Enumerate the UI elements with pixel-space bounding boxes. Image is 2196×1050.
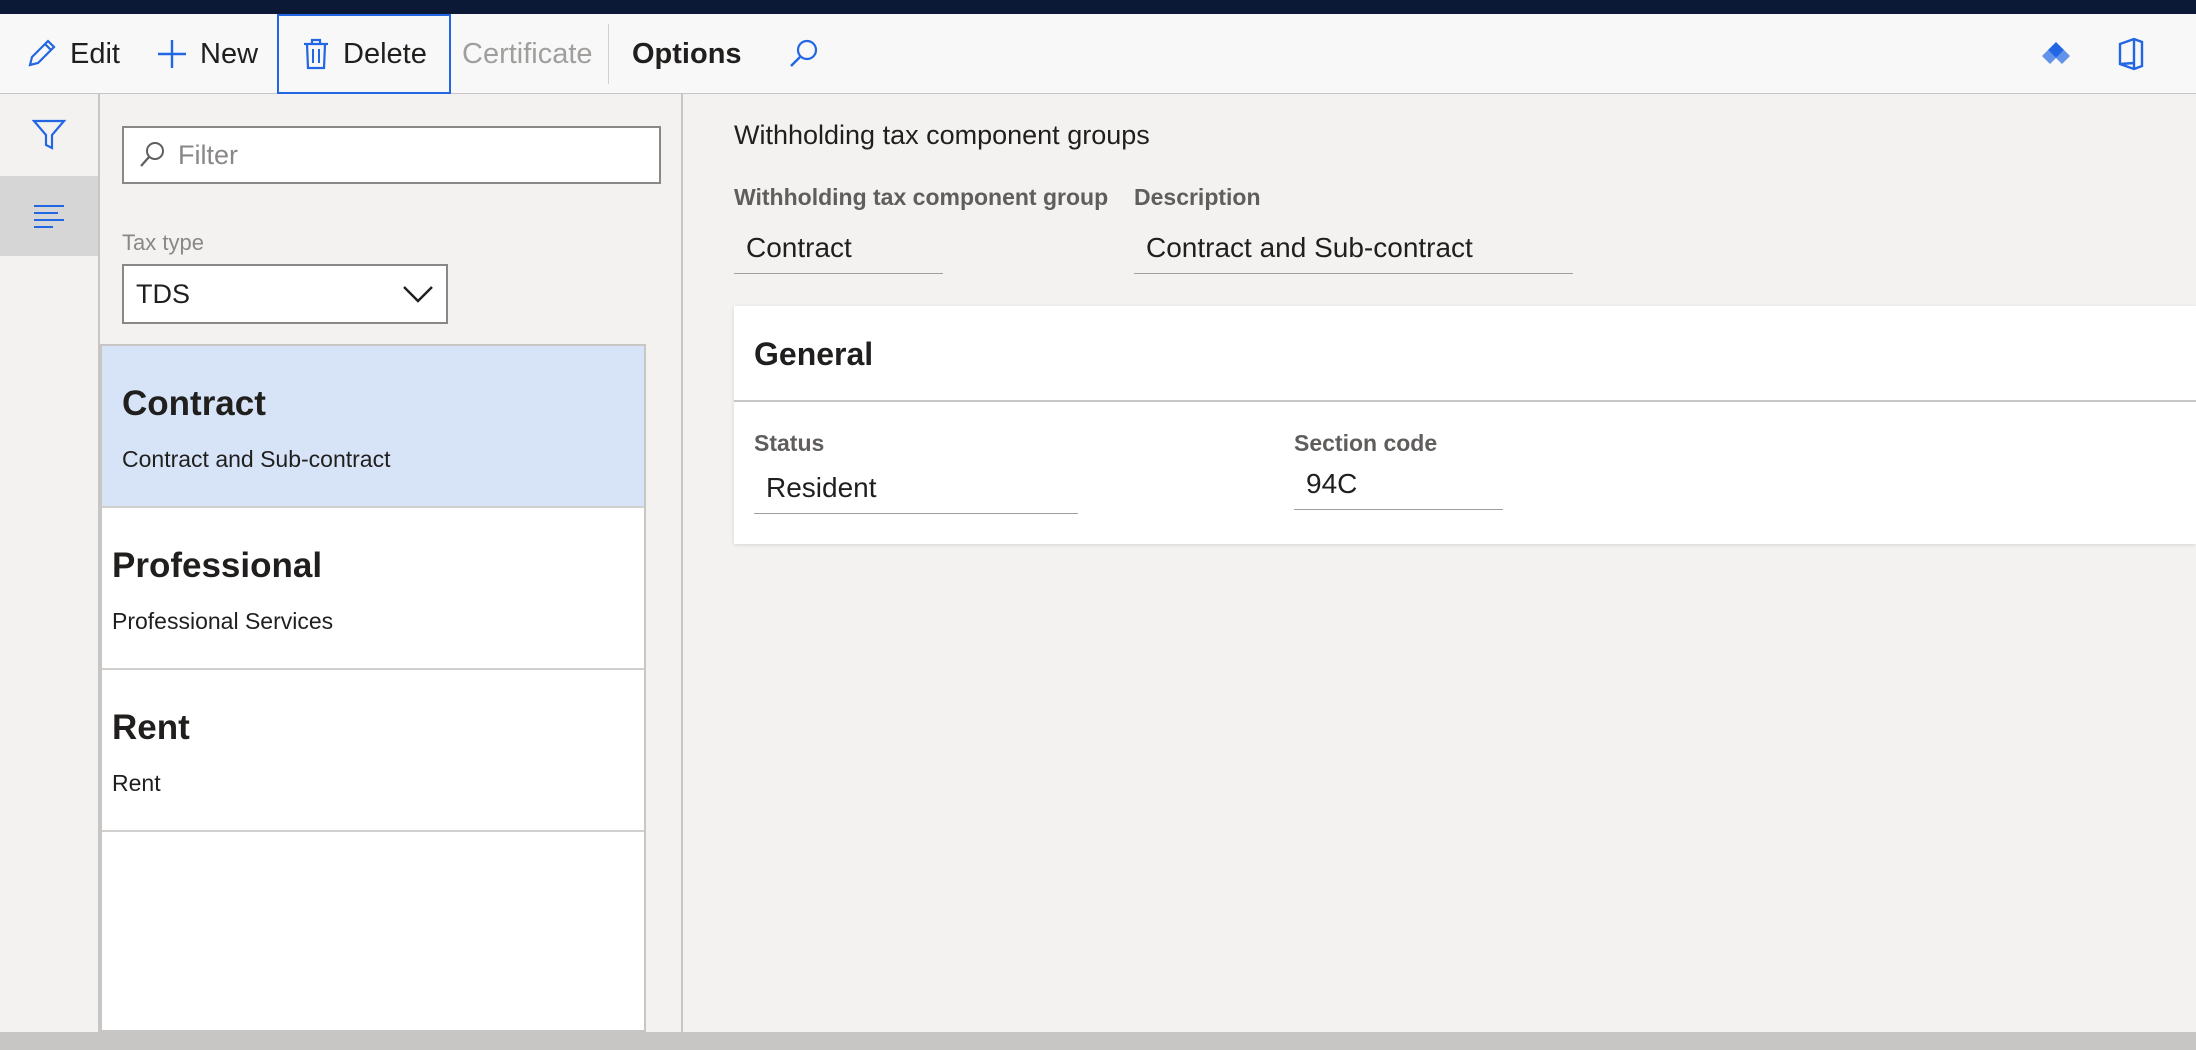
plus-icon [158,40,186,68]
power-apps-button[interactable] [2040,14,2084,94]
list-lines-icon [34,205,64,228]
diamond-icon [2042,42,2070,64]
toolbar-divider [608,24,609,84]
list-item[interactable]: Contract Contract and Sub-contract [102,346,644,508]
certificate-label: Certificate [462,37,593,70]
search-button[interactable] [788,14,832,94]
general-header[interactable]: General [734,306,2196,402]
status-label: Status [754,430,825,456]
office-button[interactable] [2116,14,2158,94]
details-pane: Withholding tax component groups Withhol… [685,94,2196,1032]
new-label: New [200,37,259,70]
list-item[interactable]: Rent Rent [102,670,644,832]
page-title: Withholding tax component groups [734,120,1150,150]
tax-type-select[interactable]: TDS [122,264,448,324]
search-icon [790,39,818,67]
edit-pencil-icon [28,39,56,67]
description-field[interactable]: Contract and Sub-contract [1134,228,1573,274]
new-button[interactable]: New [156,14,258,94]
list-item-title: Rent [112,708,190,747]
list-item[interactable]: Professional Professional Services [102,508,644,670]
general-title: General [754,336,874,372]
list-panel: Tax type TDS Contract Contract and Sub-c… [100,94,683,1032]
filter-input[interactable] [176,138,640,172]
status-field[interactable]: Resident [754,468,1078,514]
description-label: Description [1134,184,1261,210]
filter-box[interactable] [122,126,661,184]
list-item-description: Contract and Sub-contract [122,446,391,472]
tax-type-label: Tax type [122,230,204,255]
filter-icon [31,119,67,150]
section-code-label: Section code [1294,430,1438,456]
trash-icon [304,38,328,70]
general-fasttab: General Status Resident Section code 94C [734,306,2196,544]
certificate-button[interactable]: Certificate [462,14,593,94]
options-label: Options [632,37,742,70]
delete-button[interactable]: Delete [277,14,451,94]
bottom-bar [0,1032,2196,1050]
filter-pane-button[interactable] [0,94,98,174]
list-item-title: Professional [112,546,323,585]
search-icon [140,142,164,167]
chevron-down-icon [403,286,433,303]
edit-label: Edit [70,37,120,70]
section-code-field[interactable]: 94C [1294,464,1503,510]
group-field[interactable]: Contract [734,228,943,274]
list-pane-button[interactable] [0,176,98,256]
options-tab[interactable]: Options [632,14,742,94]
list-item-title: Contract [122,384,266,423]
list-item-description: Professional Services [112,608,334,634]
edit-button[interactable]: Edit [24,14,120,94]
list-item-description: Rent [112,770,161,796]
delete-label: Delete [343,37,427,70]
group-label: Withholding tax component group [734,184,1109,210]
top-app-bar [0,0,2196,14]
office-icon [2118,37,2144,71]
tax-type-value: TDS [136,278,190,309]
left-nav-strip [0,94,100,1032]
action-pane: Edit New Delete Certificate Options [0,14,2196,94]
record-list: Contract Contract and Sub-contract Profe… [100,344,646,1032]
